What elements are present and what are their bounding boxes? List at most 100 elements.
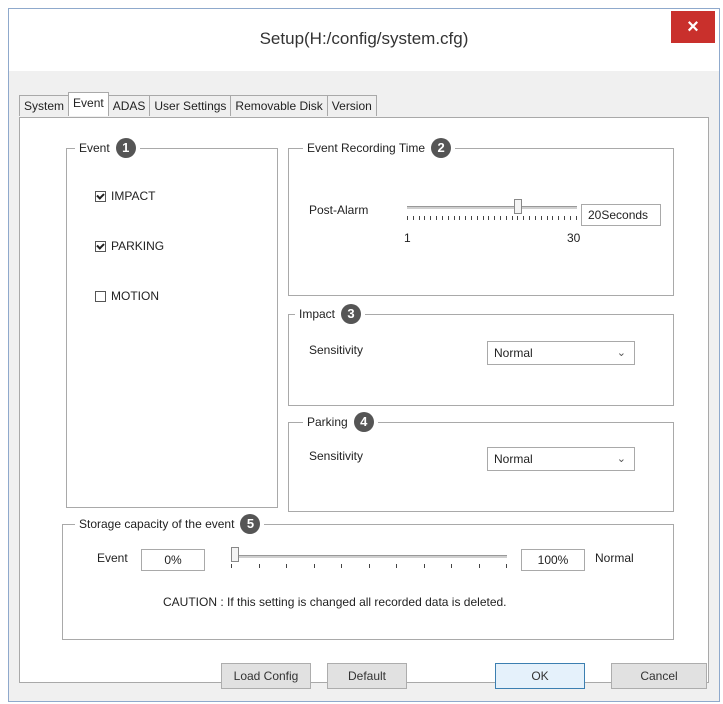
chevron-down-icon: ⌄: [616, 347, 626, 359]
slider-tick: [313, 564, 315, 568]
storage-group-title: Storage capacity of the event: [79, 517, 235, 531]
slider-tick: [423, 564, 425, 568]
slider-tick: [451, 564, 452, 568]
slider-tick: [488, 216, 490, 220]
post-alarm-ticks: [407, 216, 577, 220]
tab-system[interactable]: System: [19, 95, 70, 116]
event-recording-time-group: Event Recording Time 2 Post-Alarm 1 30 2…: [288, 138, 674, 296]
parking-sensitivity-value: Normal: [494, 452, 533, 466]
parking-group-title: Parking: [307, 415, 348, 429]
impact-group: Impact 3 Sensitivity Normal ⌄: [288, 304, 674, 406]
slider-tick: [511, 216, 513, 220]
storage-slider-ticks: [231, 564, 507, 568]
parking-group: Parking 4 Sensitivity Normal ⌄: [288, 412, 674, 512]
storage-slider-thumb[interactable]: [231, 547, 239, 562]
slider-max-label: 30: [567, 231, 581, 245]
slider-tick: [505, 216, 507, 220]
tab-removable-disk[interactable]: Removable Disk: [230, 95, 328, 116]
load-config-button[interactable]: Load Config: [221, 663, 311, 689]
storage-capacity-group: Storage capacity of the event 5 Event 0%…: [62, 514, 674, 640]
slider-tick: [529, 216, 531, 220]
motion-checkbox[interactable]: [95, 290, 106, 302]
slider-tick: [430, 216, 432, 220]
badge-3: 3: [341, 304, 362, 324]
slider-tick: [418, 216, 420, 220]
window-title: Setup(H:/config/system.cfg): [259, 29, 469, 48]
slider-tick: [453, 216, 455, 220]
slider-tick: [470, 216, 472, 220]
slider-tick: [476, 216, 478, 220]
parking-checkbox-label: PARKING: [111, 239, 165, 253]
default-button[interactable]: Default: [327, 663, 407, 689]
slider-tick: [396, 564, 397, 568]
slider-tick: [447, 216, 449, 220]
badge-4: 4: [353, 412, 374, 432]
slider-tick: [368, 564, 370, 568]
parking-sensitivity-label: Sensitivity: [309, 449, 364, 463]
parking-sensitivity-select[interactable]: Normal ⌄: [487, 447, 635, 471]
slider-tick: [569, 216, 571, 220]
slider-tick: [534, 216, 536, 220]
post-alarm-slider-track[interactable]: [407, 206, 577, 209]
tab-adas[interactable]: ADAS: [107, 95, 151, 116]
storage-slider-track[interactable]: [231, 555, 507, 558]
impact-checkbox[interactable]: [95, 190, 106, 202]
slider-tick: [459, 216, 461, 220]
event-group: Event 1 IMPACT PARKING MOTION: [66, 138, 278, 508]
slider-tick: [558, 216, 560, 220]
impact-sensitivity-select[interactable]: Normal ⌄: [487, 341, 635, 365]
event-group-title: Event: [79, 141, 110, 155]
impact-sensitivity-value: Normal: [494, 346, 533, 360]
slider-tick: [436, 216, 438, 220]
slider-tick: [517, 216, 519, 220]
slider-tick: [407, 216, 408, 220]
impact-group-title: Impact: [299, 307, 336, 321]
slider-tick: [441, 216, 443, 220]
slider-tick: [575, 216, 577, 220]
motion-checkbox-label: MOTION: [111, 289, 159, 303]
chevron-down-icon: ⌄: [616, 453, 626, 465]
caution-text: CAUTION : If this setting is changed all…: [163, 595, 507, 609]
impact-sensitivity-label: Sensitivity: [309, 343, 364, 357]
close-button[interactable]: ×: [671, 11, 715, 43]
tab-event[interactable]: Event: [68, 92, 109, 116]
badge-5: 5: [240, 514, 261, 534]
slider-tick: [231, 564, 232, 568]
tab-version[interactable]: Version: [326, 95, 377, 116]
slider-tick: [500, 216, 501, 220]
badge-2: 2: [431, 138, 452, 158]
slider-tick: [482, 216, 484, 220]
parking-checkbox-row[interactable]: PARKING: [95, 239, 164, 253]
slider-tick: [523, 216, 525, 220]
slider-tick: [424, 216, 426, 220]
motion-checkbox-row[interactable]: MOTION: [95, 289, 159, 303]
post-alarm-value-field[interactable]: 20Seconds: [581, 204, 661, 226]
slider-tick: [478, 564, 480, 568]
recording-group-title: Event Recording Time: [307, 141, 426, 155]
slider-tick: [494, 216, 496, 220]
slider-tick: [412, 216, 414, 220]
close-icon: ×: [687, 16, 699, 38]
setup-dialog: Setup(H:/config/system.cfg) × System Eve…: [8, 8, 720, 702]
slider-tick: [540, 216, 542, 220]
storage-event-field[interactable]: 0%: [141, 549, 205, 571]
slider-min-label: 1: [404, 231, 411, 245]
client-area: System Event ADAS User Settings Removabl…: [9, 71, 719, 701]
slider-tick: [546, 216, 548, 220]
slider-tick: [258, 564, 260, 568]
impact-checkbox-label: IMPACT: [111, 189, 156, 203]
post-alarm-label: Post-Alarm: [309, 203, 369, 217]
title-bar[interactable]: Setup(H:/config/system.cfg) ×: [9, 9, 719, 71]
tab-strip: System Event ADAS User Settings Removabl…: [19, 92, 377, 117]
impact-checkbox-row[interactable]: IMPACT: [95, 189, 155, 203]
slider-tick: [341, 564, 342, 568]
ok-button[interactable]: OK: [495, 663, 585, 689]
event-tab-panel: Event 1 IMPACT PARKING MOTION Event Reco…: [19, 117, 709, 683]
slider-tick: [465, 216, 467, 220]
parking-checkbox[interactable]: [95, 240, 106, 252]
tab-user-settings[interactable]: User Settings: [149, 95, 232, 116]
slider-tick: [563, 216, 565, 220]
cancel-button[interactable]: Cancel: [611, 663, 707, 689]
storage-normal-field[interactable]: 100%: [521, 549, 585, 571]
post-alarm-slider-thumb[interactable]: [514, 199, 523, 214]
